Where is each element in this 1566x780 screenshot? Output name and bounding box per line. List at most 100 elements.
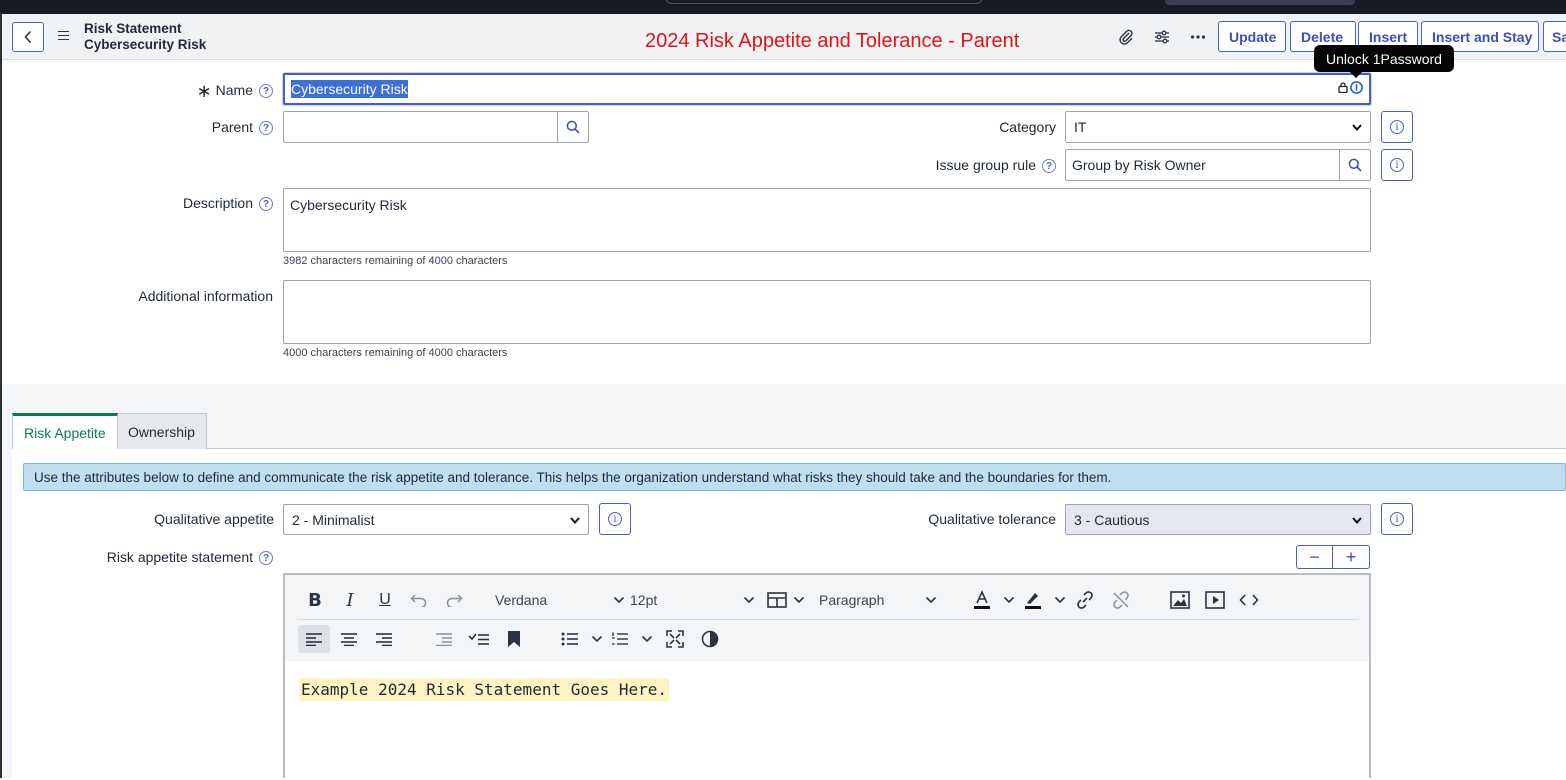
- toolbar-divider: [297, 619, 1359, 620]
- help-icon[interactable]: ?: [259, 84, 273, 99]
- editor-content-area[interactable]: Example 2024 Risk Statement Goes Here.: [285, 661, 1369, 780]
- checklist-icon[interactable]: [466, 627, 492, 651]
- chevron-down-icon: [793, 596, 805, 604]
- align-right-icon[interactable]: [372, 627, 396, 651]
- editor-toolbar: B I U Verdana 12pt Paragraph: [285, 575, 1369, 661]
- category-value: IT: [1074, 119, 1087, 135]
- outdent-icon[interactable]: [432, 627, 456, 651]
- editor-shrink-button[interactable]: −: [1296, 545, 1333, 569]
- tab-risk-appetite[interactable]: Risk Appetite: [12, 413, 118, 449]
- qualitative-tolerance-value: 3 - Cautious: [1074, 511, 1150, 528]
- table-dropdown[interactable]: [767, 588, 805, 612]
- media-icon[interactable]: [1203, 588, 1227, 612]
- parent-label-text: Parent: [211, 119, 253, 135]
- info-icon: i: [1390, 120, 1404, 134]
- record-name: Cybersecurity Risk: [84, 37, 207, 52]
- sliders-icon[interactable]: [1152, 27, 1172, 47]
- category-label: Category: [999, 119, 1056, 135]
- fullscreen-icon[interactable]: [663, 627, 687, 651]
- parent-input[interactable]: [283, 111, 558, 143]
- statement-paragraph: Example 2024 Risk Statement Goes Here.: [299, 678, 670, 701]
- additional-information-textarea[interactable]: [283, 280, 1371, 344]
- issue-group-rule-lookup-button[interactable]: [1339, 149, 1371, 181]
- description-label: Description?: [130, 195, 273, 212]
- save-button[interactable]: Save: [1543, 21, 1566, 52]
- qualitative-tolerance-info-button[interactable]: i: [1381, 503, 1413, 535]
- top-nav-control[interactable]: [1165, 0, 1355, 5]
- record-type: Risk Statement: [84, 21, 182, 36]
- chevron-down-icon: [743, 596, 755, 604]
- source-code-icon[interactable]: [1237, 588, 1261, 612]
- highlight-icon: [1025, 593, 1041, 609]
- block-format-value: Paragraph: [819, 592, 885, 608]
- qualitative-appetite-info-button[interactable]: i: [599, 503, 631, 535]
- chevron-down-icon: [1352, 124, 1362, 132]
- parent-label: Parent?: [150, 119, 273, 136]
- contrast-icon[interactable]: [698, 627, 722, 651]
- undo-icon[interactable]: [407, 588, 431, 612]
- chevron-down-icon: [591, 635, 603, 643]
- qualitative-tolerance-label: Qualitative tolerance: [928, 511, 1056, 527]
- qualitative-appetite-select[interactable]: 2 - Minimalist: [283, 504, 589, 535]
- align-center-icon[interactable]: [337, 627, 361, 651]
- align-left-icon[interactable]: [298, 625, 330, 653]
- chevron-down-icon: [613, 596, 625, 604]
- name-input-value: Cybersecurity Risk: [291, 80, 408, 98]
- link-icon[interactable]: [1073, 588, 1097, 612]
- chevron-down-icon: [1003, 596, 1015, 604]
- password-manager-tooltip: Unlock 1Password: [1314, 45, 1454, 78]
- issue-group-rule-input[interactable]: Group by Risk Owner: [1065, 149, 1340, 181]
- editor-expand-button[interactable]: +: [1333, 545, 1370, 569]
- issue-group-rule-label-text: Issue group rule: [935, 157, 1036, 173]
- name-label: ∗ Name?: [150, 81, 273, 102]
- underline-icon[interactable]: U: [373, 588, 397, 612]
- search-icon: [1348, 158, 1362, 172]
- additional-information-char-counter: 4000 characters remaining of 4000 charac…: [283, 347, 508, 359]
- category-info-button[interactable]: i: [1381, 111, 1413, 143]
- unlink-icon[interactable]: [1109, 588, 1133, 612]
- category-select[interactable]: IT: [1065, 111, 1371, 143]
- menu-icon[interactable]: [58, 28, 72, 44]
- bullet-list-dropdown[interactable]: [561, 627, 603, 651]
- additional-information-label: Additional information: [138, 288, 273, 304]
- help-icon[interactable]: ?: [1042, 159, 1056, 174]
- help-icon[interactable]: ?: [259, 197, 273, 212]
- description-char-counter: 3982 characters remaining of 4000 charac…: [283, 255, 508, 267]
- qualitative-tolerance-select[interactable]: 3 - Cautious: [1065, 504, 1371, 535]
- parent-lookup-button[interactable]: [557, 111, 589, 143]
- text-color-dropdown[interactable]: [973, 588, 1015, 612]
- password-manager-icon[interactable]: [1338, 81, 1363, 94]
- font-family-value: Verdana: [495, 592, 548, 608]
- italic-icon[interactable]: I: [338, 588, 362, 612]
- more-icon[interactable]: [1188, 27, 1208, 47]
- global-search-pill[interactable]: [665, 0, 983, 4]
- name-input[interactable]: Cybersecurity Risk: [283, 73, 1371, 105]
- redo-icon[interactable]: [442, 588, 466, 612]
- update-button[interactable]: Update: [1218, 21, 1286, 52]
- issue-group-rule-info-button[interactable]: i: [1381, 149, 1413, 181]
- description-textarea[interactable]: Cybersecurity Risk: [283, 188, 1371, 252]
- search-icon: [566, 120, 580, 134]
- font-family-dropdown[interactable]: Verdana: [495, 588, 625, 612]
- info-icon: i: [608, 512, 622, 526]
- back-button[interactable]: [12, 22, 44, 52]
- name-label-text: Name: [215, 82, 253, 98]
- help-icon[interactable]: ?: [259, 551, 273, 566]
- chevron-down-icon: [1054, 596, 1066, 604]
- font-size-value: 12pt: [630, 592, 658, 608]
- bold-icon[interactable]: B: [303, 588, 327, 612]
- image-icon[interactable]: [1168, 588, 1192, 612]
- bookmark-icon[interactable]: [502, 627, 526, 651]
- highlight-color-dropdown[interactable]: [1024, 588, 1066, 612]
- tab-ownership[interactable]: Ownership: [116, 413, 207, 449]
- info-icon: i: [1390, 512, 1404, 526]
- numbered-list-dropdown[interactable]: [611, 627, 653, 651]
- paperclip-icon[interactable]: [1116, 27, 1136, 47]
- form-banner: 2024 Risk Appetite and Tolerance - Paren…: [645, 30, 1020, 52]
- block-format-dropdown[interactable]: Paragraph: [819, 588, 937, 612]
- font-size-dropdown[interactable]: 12pt: [630, 588, 755, 612]
- issue-group-rule-label: Issue group rule?: [880, 157, 1056, 174]
- info-message: Use the attributes below to define and c…: [23, 463, 1566, 491]
- table-icon: [767, 592, 787, 608]
- help-icon[interactable]: ?: [259, 121, 273, 136]
